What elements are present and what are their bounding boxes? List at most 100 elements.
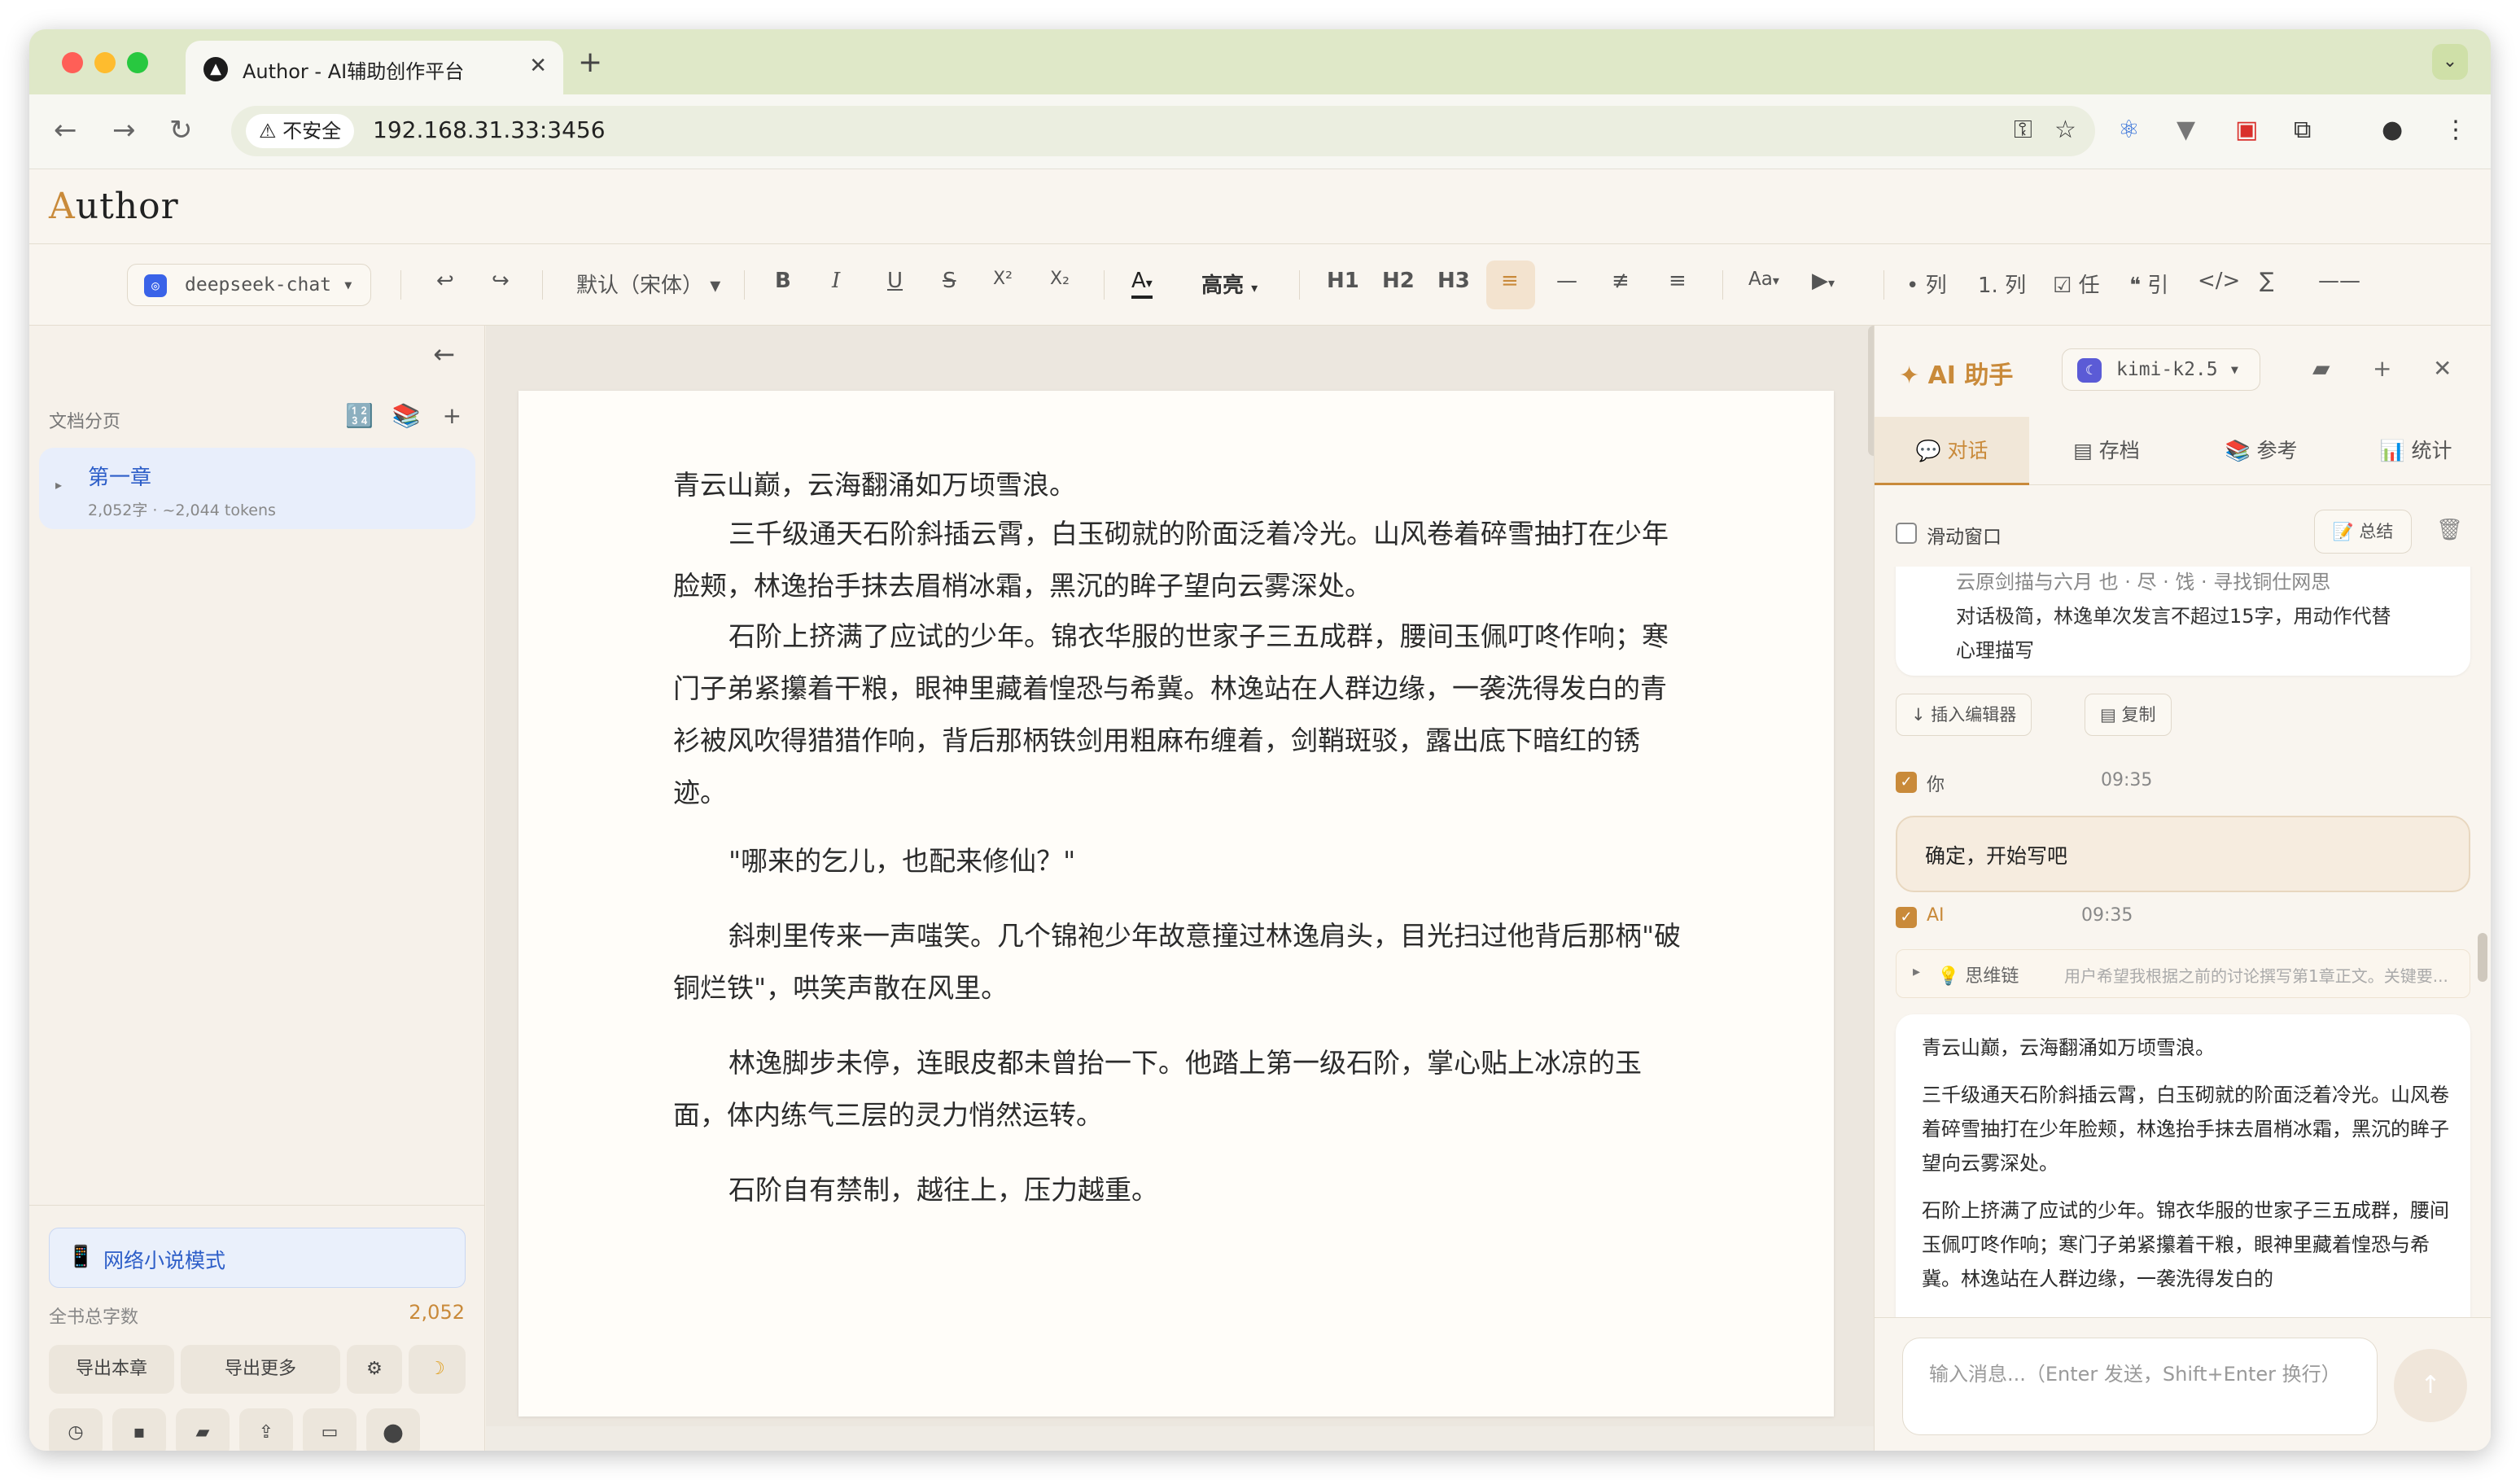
browser-menu-icon[interactable]: ⋮ <box>2443 116 2468 144</box>
editor-paragraph[interactable]: 青云山巅，云海翻涌如万顷雪浪。 <box>673 459 1682 511</box>
chapter-item[interactable]: ▸ 第一章 2,052字 · ~2,044 tokens <box>39 448 475 529</box>
vue-extension-icon[interactable]: ▼ <box>2177 116 2195 144</box>
window-maximize-button[interactable] <box>127 52 148 73</box>
copy-button[interactable]: ▤ 复制 <box>2085 694 2172 736</box>
bookmark-star-icon[interactable]: ☆ <box>2054 116 2076 144</box>
ordered-list-button[interactable]: 1. 列 <box>1978 269 2026 299</box>
document-sidebar: ← 文档分页 🔢 📚 + ▸ 第一章 2,052字 · ~2,044 token… <box>29 326 485 1451</box>
formula-button[interactable]: ∑ <box>2260 269 2274 293</box>
dark-mode-moon-icon[interactable]: ☽ <box>409 1345 466 1394</box>
tab-archive[interactable]: ▤ 存档 <box>2029 417 2184 485</box>
editor-page[interactable]: 青云山巅，云海翻涌如万顷雪浪。 三千级通天石阶斜插云霄，白玉砌就的阶面泛着冷光。… <box>518 391 1834 1417</box>
extensions-puzzle-icon[interactable]: ⧉ <box>2294 116 2311 144</box>
editor-paragraph[interactable]: 三千级通天石阶斜插云霄，白玉砌就的阶面泛着冷光。山风卷着碎雪抽打在少年脸颊，林逸… <box>673 508 1682 612</box>
editor-paragraph[interactable]: 林逸脚步未停，连眼皮都未曾抬一下。他踏上第一级石阶，掌心贴上冰凉的玉面，体内练气… <box>673 1037 1682 1141</box>
undo-button[interactable]: ↩ <box>436 269 454 293</box>
user-message-checkbox[interactable]: ✓ <box>1896 772 1917 793</box>
tab-close-icon[interactable]: ✕ <box>529 54 547 78</box>
export-more-button[interactable]: 导出更多 <box>181 1345 340 1394</box>
tab-search-button[interactable]: ⌄ <box>2432 44 2468 80</box>
editor-paragraph[interactable]: 斜刺里传来一声嗤笑。几个锦袍少年故意撞过林逸肩头，目光扫过他背后那柄"破铜烂铁"… <box>673 910 1682 1014</box>
tab-reference[interactable]: 📚 参考 <box>2184 417 2338 485</box>
bullet-list-button[interactable]: • 列 <box>1906 269 1947 299</box>
editor-paragraph[interactable]: 石阶自有禁制，越往上，压力越重。 <box>673 1164 1682 1216</box>
numbering-icon[interactable]: 🔢 <box>345 402 374 429</box>
ai-panel-title: ✦ AI 助手 <box>1899 361 2014 390</box>
align-justify-button[interactable]: ≡ <box>1669 269 1687 293</box>
tab-stats[interactable]: 📊 统计 <box>2338 417 2491 485</box>
folder-icon[interactable]: ▰ <box>2312 355 2330 382</box>
underline-button[interactable]: U <box>887 269 903 293</box>
chat-scrollbar-thumb[interactable] <box>2478 933 2487 982</box>
window-close-button[interactable] <box>62 52 83 73</box>
subscript-button[interactable]: X₂ <box>1050 269 1070 289</box>
new-tab-button[interactable]: + <box>578 46 602 79</box>
settings-gear-icon[interactable]: ⚙ <box>347 1345 402 1394</box>
bold-button[interactable]: B <box>775 269 791 293</box>
sliding-window-checkbox[interactable] <box>1896 523 1917 544</box>
insert-into-editor-button[interactable]: ↓ 插入编辑器 <box>1896 694 2032 736</box>
superscript-button[interactable]: X² <box>993 269 1013 289</box>
save-disk-icon[interactable]: ▪ <box>112 1408 166 1451</box>
align-center-button[interactable]: — <box>1556 269 1577 293</box>
ai-model-selector[interactable]: ☾ kimi-k2.5 ▾ <box>2062 348 2261 391</box>
align-right-button[interactable]: ≢ <box>1612 269 1630 293</box>
password-key-icon[interactable]: ⚿ <box>2014 116 2032 144</box>
security-indicator[interactable]: ⚠ 不安全 <box>246 114 355 148</box>
open-folder-icon[interactable]: ▰ <box>176 1408 230 1451</box>
editor-paragraph[interactable]: 石阶上挤满了应试的少年。锦衣华服的世家子三五成群，腰间玉佩叮咚作响；寒门子弟紧攥… <box>673 611 1682 819</box>
ai-message-checkbox[interactable]: ✓ <box>1896 907 1917 928</box>
message-input[interactable]: 输入消息...（Enter 发送，Shift+Enter 换行） <box>1902 1338 2378 1435</box>
import-tray-icon[interactable]: ⇪ <box>239 1408 293 1451</box>
model-selector[interactable]: ◎ deepseek-chat ▾ <box>127 264 371 306</box>
fe-extension-icon[interactable]: ▣ <box>2235 116 2258 144</box>
history-clock-icon[interactable]: ◷ <box>49 1408 103 1451</box>
url-text[interactable]: 192.168.31.33:3456 <box>373 116 606 143</box>
export-chapter-button[interactable]: 导出本章 <box>49 1345 174 1394</box>
chat-messages[interactable]: 云原剑描与六月 也 · 尽 · 饯 · 寻找铜仕网思 对话极简，林逸单次发言不超… <box>1875 567 2491 1317</box>
italic-button[interactable]: I <box>832 269 840 293</box>
trash-icon[interactable]: 🗑 <box>2436 518 2463 542</box>
ai-tabs: 💬 对话 ▤ 存档 📚 参考 📊 统计 <box>1875 417 2491 485</box>
highlight-button[interactable]: 高亮 ▾ <box>1201 269 1258 299</box>
new-chat-plus-icon[interactable]: + <box>2373 355 2391 382</box>
blockquote-button[interactable]: ❝ 引 <box>2129 269 2168 299</box>
add-page-icon[interactable]: + <box>443 402 462 429</box>
total-word-count-value: 2,052 <box>409 1301 465 1324</box>
send-arrow-icon[interactable]: ↑ <box>2394 1349 2467 1422</box>
task-list-button[interactable]: ☑ 任 <box>2053 269 2100 299</box>
heading-3-button[interactable]: H3 <box>1437 269 1470 293</box>
reload-icon[interactable]: ↻ <box>169 114 193 147</box>
github-icon[interactable]: ● <box>366 1408 420 1451</box>
code-block-button[interactable]: </> <box>2198 269 2240 293</box>
browser-tab[interactable]: ▲ Author - AI辅助创作平台 ✕ <box>186 41 563 94</box>
font-family-select[interactable]: 默认（宋体） ▾ <box>576 269 720 299</box>
close-panel-icon[interactable]: ✕ <box>2433 355 2452 382</box>
redo-button[interactable]: ↪ <box>492 269 510 293</box>
font-size-select[interactable]: Aa▾ <box>1748 269 1779 290</box>
ai-message-time: 09:35 <box>2081 905 2133 926</box>
strikethrough-button[interactable]: S <box>943 269 956 293</box>
books-icon[interactable]: 📚 <box>392 402 421 429</box>
tab-chat[interactable]: 💬 对话 <box>1875 417 2029 485</box>
profile-avatar-icon[interactable]: ● <box>2382 116 2403 144</box>
thinking-chain-toggle[interactable]: ▸ 💡 思维链 用户希望我根据之前的讨论撰写第1章正文。关键要... <box>1896 949 2470 998</box>
summary-button[interactable]: 📝 总结 <box>2314 510 2412 554</box>
horizontal-rule-button[interactable]: —— <box>2318 269 2360 293</box>
web-novel-mode-button[interactable]: 📱 网络小说模式 <box>49 1228 466 1288</box>
horizontal-scrollbar[interactable] <box>486 1426 1879 1451</box>
book-icon[interactable]: ▭ <box>303 1408 357 1451</box>
format-painter-button[interactable]: ▶▾ <box>1812 269 1835 293</box>
window-minimize-button[interactable] <box>94 52 116 73</box>
editor-paragraph[interactable]: "哪来的乞儿，也配来修仙？" <box>673 835 1682 887</box>
omnibox[interactable]: ⚠ 不安全 192.168.31.33:3456 ⚿ ☆ <box>231 106 2095 156</box>
react-devtools-extension-icon[interactable]: ⚛ <box>2118 116 2140 144</box>
back-icon[interactable]: ← <box>54 114 77 147</box>
forward-icon[interactable]: → <box>112 114 136 147</box>
heading-2-button[interactable]: H2 <box>1382 269 1415 293</box>
expand-chevron-icon[interactable]: ▸ <box>55 477 62 493</box>
collapse-sidebar-icon[interactable]: ← <box>433 339 455 370</box>
heading-1-button[interactable]: H1 <box>1327 269 1359 293</box>
ai-reply-message: 青云山巅，云海翻涌如万顷雪浪。 三千级通天石阶斜插云霄，白玉砌就的阶面泛着冷光。… <box>1896 1014 2470 1317</box>
font-color-button[interactable]: A▾ <box>1131 269 1153 299</box>
